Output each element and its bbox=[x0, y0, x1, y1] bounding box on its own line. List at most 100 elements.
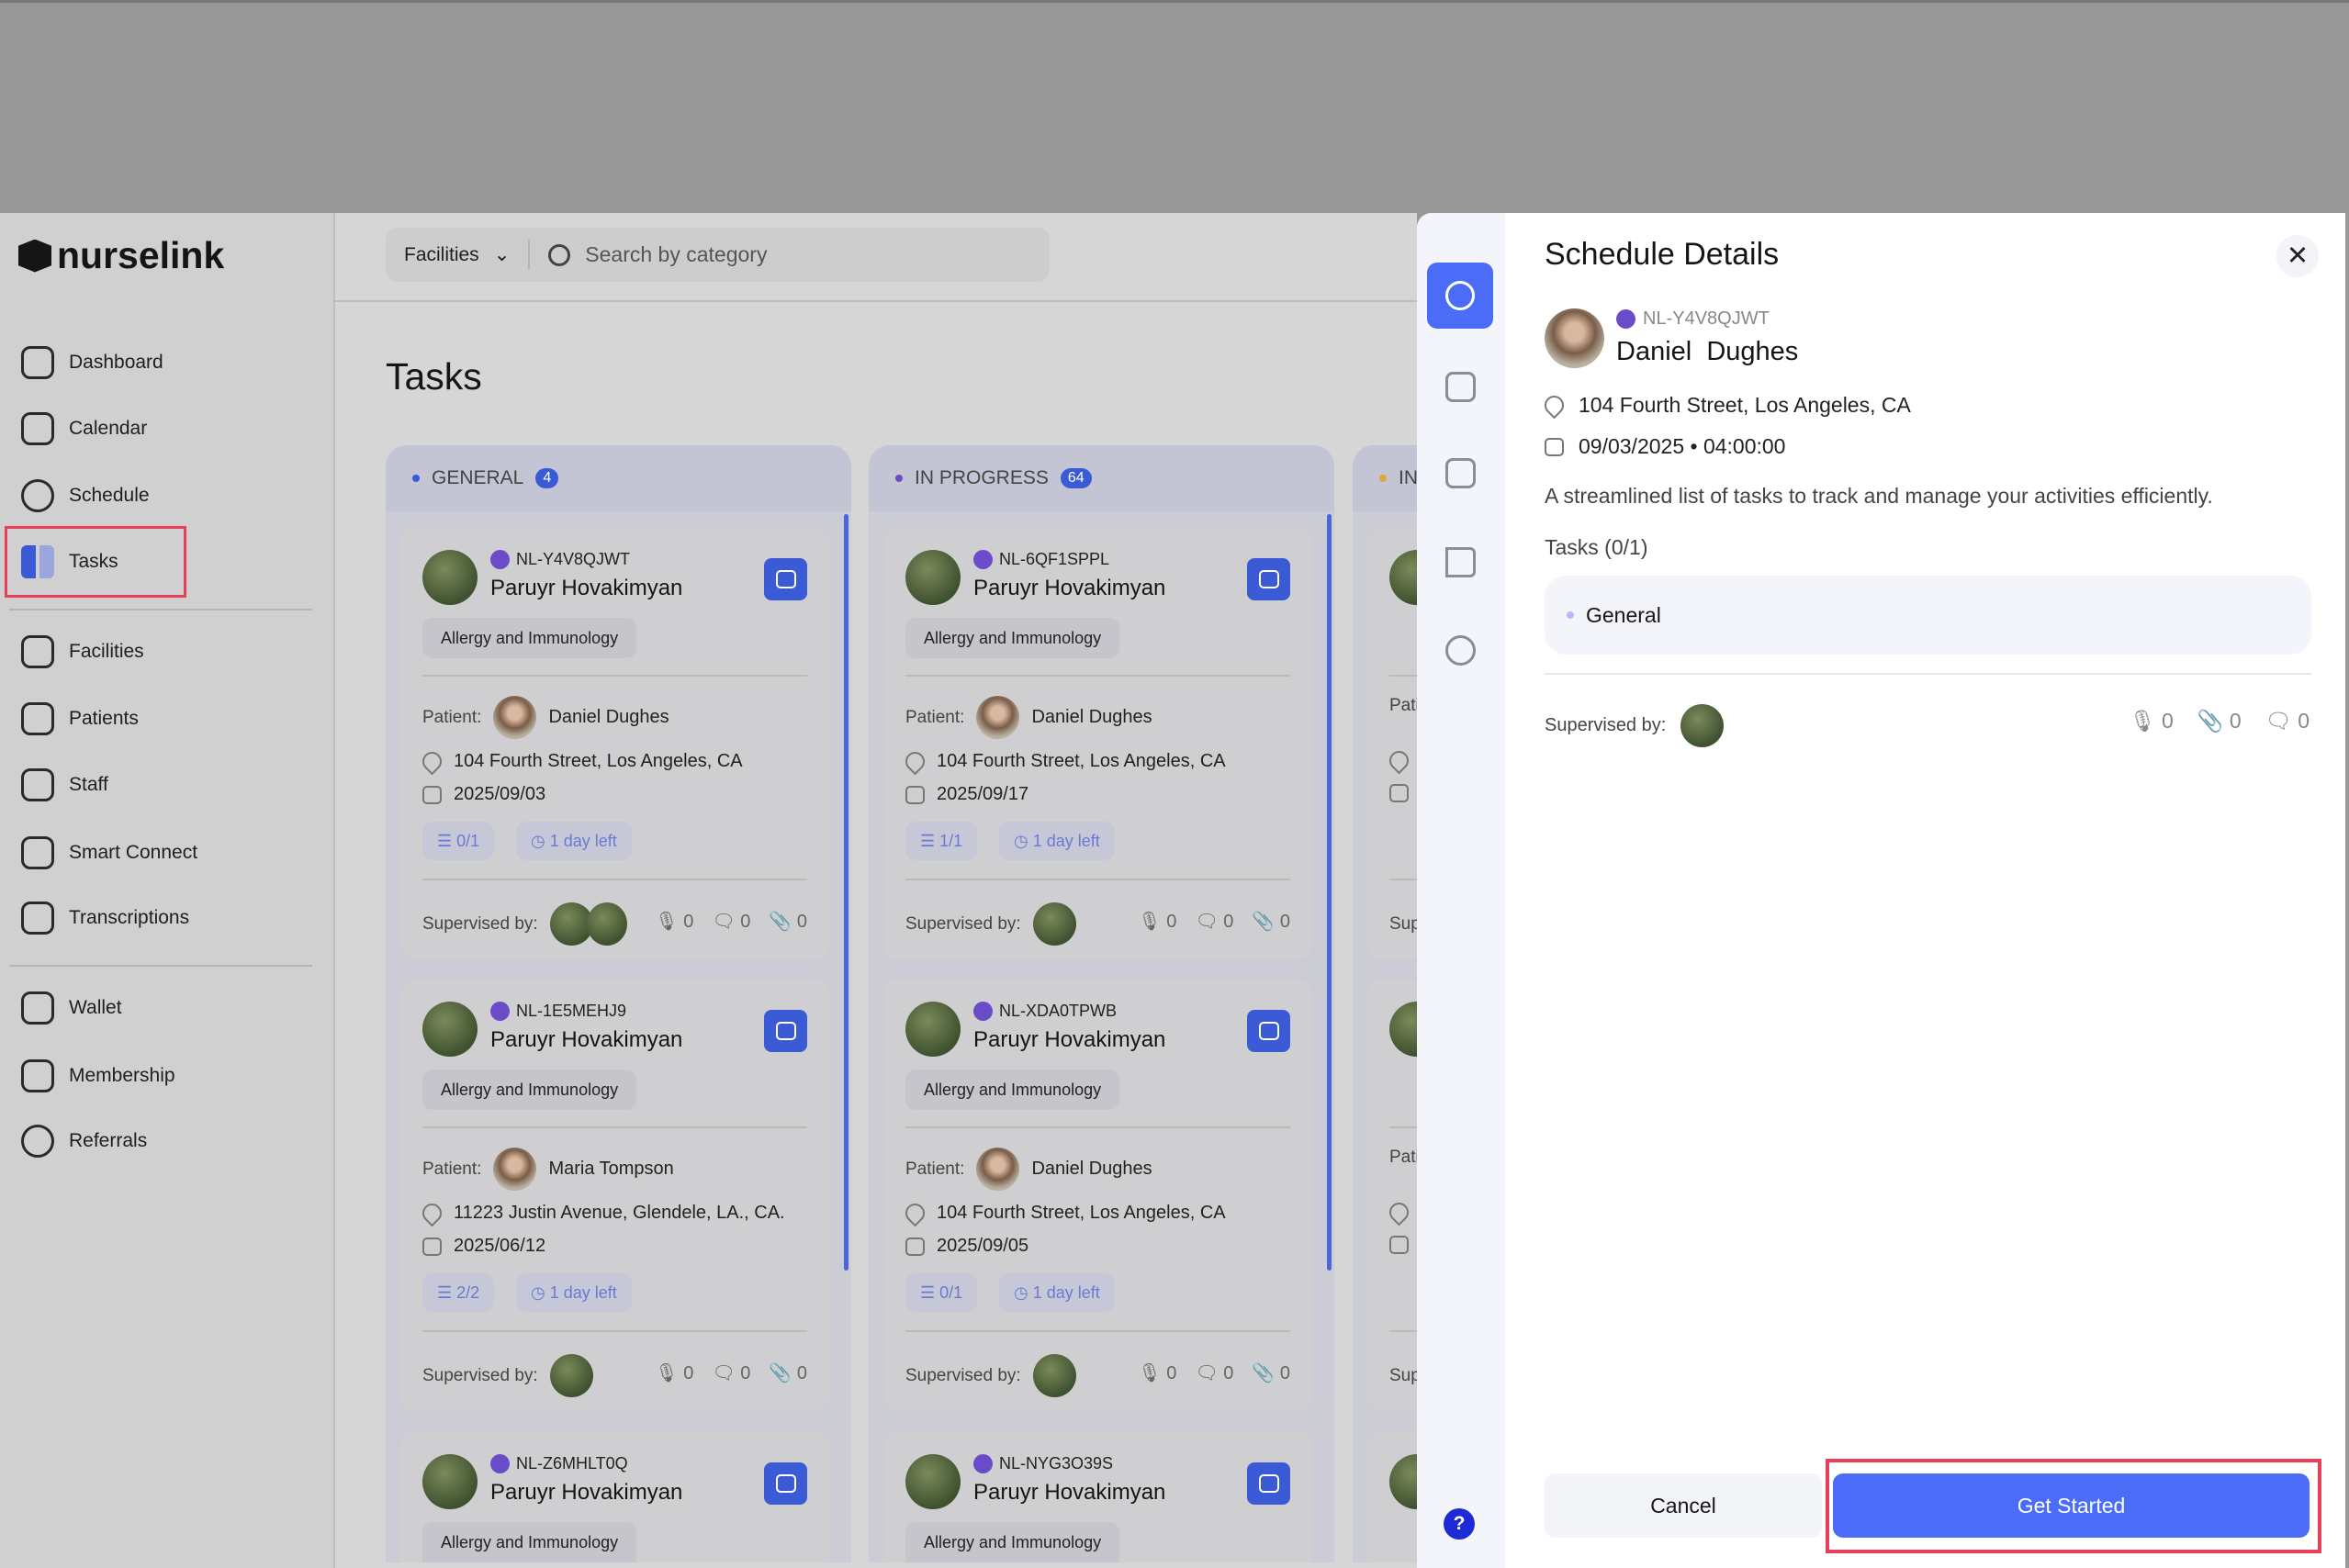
drawer-tab-rail: ? bbox=[1417, 213, 1505, 1568]
column-header: IN bbox=[1353, 445, 1417, 511]
column-1: IN PROGRESS 64 NL-6QF1SPPL Paruyr Hovakimy… bbox=[869, 445, 1334, 1562]
count-badge: 64 bbox=[1060, 468, 1092, 488]
due-pill: ◷ 1 day left bbox=[516, 822, 632, 860]
scrollbar[interactable] bbox=[1327, 514, 1332, 1271]
briefcase-icon[interactable] bbox=[1445, 372, 1476, 402]
sidebar-item-tasks[interactable]: Tasks bbox=[5, 526, 186, 598]
search-icon bbox=[548, 243, 571, 266]
task-card[interactable]: NL-NYG3O39S Paruyr Hovakimyan Allergy and … bbox=[883, 1432, 1312, 1562]
divider bbox=[1545, 673, 2311, 675]
location-icon bbox=[1385, 1198, 1413, 1226]
specialty-tag: Allergy and Immunology bbox=[905, 618, 1120, 658]
sidebar-item-wallet[interactable]: Wallet bbox=[0, 975, 335, 1041]
task-card[interactable]: NL-Y4V8QJWT Paruyr Hovakimyan Allergy and … bbox=[400, 528, 829, 959]
task-id: NL-XDA0TPWB bbox=[999, 1002, 1118, 1020]
task-card[interactable]: NL-1E5MEHJ9 Paruyr Hovakimyan Allergy and … bbox=[400, 980, 829, 1411]
attachment-icon: 📎 0 bbox=[2197, 709, 2242, 733]
flag-icon[interactable] bbox=[1445, 547, 1476, 577]
get-started-button[interactable]: Get Started bbox=[1833, 1473, 2310, 1538]
divider bbox=[335, 300, 1417, 302]
sidebar-item-referrals[interactable]: Referrals bbox=[0, 1108, 335, 1174]
sidebar-item-smart-connect[interactable]: Smart Connect bbox=[0, 820, 335, 886]
avatar bbox=[1389, 550, 1417, 605]
specialty-tag: Allergy and Immunology bbox=[422, 1522, 637, 1562]
task-card[interactable]: NL-XDA0TPWB Paruyr Hovakimyan Allergy and … bbox=[883, 980, 1312, 1411]
bolt-icon bbox=[973, 1454, 993, 1473]
sidebar-item-calendar[interactable]: Calendar bbox=[0, 396, 335, 462]
address: 104 Fourth Street, Los Angeles, CA bbox=[1579, 393, 1911, 417]
patient-name: Daniel Dughes bbox=[548, 707, 669, 727]
comment-icon: 🗨 0 bbox=[1195, 912, 1234, 932]
patient-avatar bbox=[493, 696, 537, 739]
avatar bbox=[422, 1002, 478, 1057]
patient-avatar bbox=[976, 1148, 1020, 1191]
document-icon[interactable] bbox=[1445, 458, 1476, 488]
due-pill: ◷ 1 day left bbox=[999, 1273, 1115, 1312]
tasks-count: Tasks (0/1) bbox=[1545, 535, 1648, 559]
task-id: NL-NYG3O39S bbox=[999, 1454, 1114, 1473]
cancel-button[interactable]: Cancel bbox=[1545, 1473, 1822, 1538]
bolt-icon bbox=[490, 550, 510, 569]
sidebar-item-schedule[interactable]: Schedule bbox=[0, 463, 335, 529]
task-card[interactable]: Patient: Supervised by: bbox=[1367, 528, 1417, 959]
specialty-tag: Allergy and Immunology bbox=[422, 1070, 637, 1110]
specialty-tag: Allergy and Immunology bbox=[905, 1522, 1120, 1562]
patient-avatar bbox=[493, 1148, 537, 1191]
bolt-icon bbox=[490, 1454, 510, 1473]
close-icon[interactable]: ✕ bbox=[2276, 235, 2319, 277]
task-card[interactable]: Patient: Supervised by: bbox=[1367, 980, 1417, 1411]
logo[interactable]: nurselink bbox=[18, 234, 224, 277]
chat-button[interactable] bbox=[1247, 1462, 1290, 1505]
location-icon bbox=[418, 747, 446, 776]
chat-button[interactable] bbox=[764, 1462, 807, 1505]
badge-icon bbox=[21, 768, 54, 801]
task-item[interactable]: General bbox=[1545, 576, 2311, 655]
sidebar-item-transcriptions[interactable]: Transcriptions bbox=[0, 885, 335, 951]
schedule-id: NL-Y4V8QJWT bbox=[1643, 308, 1770, 329]
date: 2025/06/12 bbox=[454, 1236, 546, 1256]
avatar bbox=[905, 1002, 961, 1057]
sidebar-item-membership[interactable]: Membership bbox=[0, 1043, 335, 1109]
bolt-icon bbox=[1616, 309, 1635, 329]
task-card[interactable]: NL-Z6MHLT0Q Paruyr Hovakimyan Allergy and … bbox=[400, 1432, 829, 1562]
avatar bbox=[1545, 308, 1604, 368]
supervisor-avatar bbox=[549, 1354, 593, 1397]
sidebar-item-dashboard[interactable]: Dashboard bbox=[0, 330, 335, 396]
task-card[interactable] bbox=[1367, 1432, 1417, 1562]
building-icon bbox=[21, 635, 54, 668]
chat-button[interactable] bbox=[1247, 1010, 1290, 1052]
chat-button[interactable] bbox=[764, 1010, 807, 1052]
column-2: IN Patient: Supervised by: Patient: Supe… bbox=[1353, 445, 1417, 1562]
chevron-down-icon: ⌄ bbox=[493, 244, 511, 265]
chat-button[interactable] bbox=[1247, 558, 1290, 600]
check-circle-icon[interactable] bbox=[1445, 635, 1476, 666]
avatar bbox=[1389, 1002, 1417, 1057]
patient-name: Maria Tompson bbox=[548, 1159, 674, 1179]
search-input[interactable]: Search by category bbox=[530, 242, 767, 267]
task-card[interactable]: NL-6QF1SPPL Paruyr Hovakimyan Allergy and … bbox=[883, 528, 1312, 959]
specialty-tag: Allergy and Immunology bbox=[422, 618, 637, 658]
supervisor-avatar bbox=[1680, 704, 1725, 747]
bolt-icon bbox=[490, 1002, 510, 1021]
sidebar-item-staff[interactable]: Staff bbox=[0, 752, 335, 818]
chat-button[interactable] bbox=[764, 558, 807, 600]
mic-icon: 🎙 0 bbox=[655, 1363, 694, 1383]
grid-icon bbox=[21, 346, 54, 379]
referral-icon bbox=[21, 1125, 54, 1158]
sidebar-item-facilities[interactable]: Facilities bbox=[0, 619, 335, 685]
bolt-icon bbox=[973, 550, 993, 569]
comment-icon: 🗨 0 bbox=[1195, 1363, 1234, 1383]
due-pill: ◷ 1 day left bbox=[999, 822, 1115, 860]
sidebar-item-patients[interactable]: Patients bbox=[0, 686, 335, 752]
calendar-icon bbox=[1389, 784, 1409, 802]
scrollbar[interactable] bbox=[844, 514, 849, 1271]
progress-pill: ☰ 0/1 bbox=[905, 1273, 978, 1312]
comment-icon: 🗨 0 bbox=[712, 912, 751, 932]
mic-icon: 🎙 0 bbox=[1138, 1363, 1177, 1383]
facilities-dropdown[interactable]: Facilities ⌄ bbox=[386, 240, 531, 270]
help-icon[interactable]: ? bbox=[1444, 1508, 1475, 1540]
clock-icon[interactable] bbox=[1427, 263, 1493, 329]
datetime: 09/03/2025 • 04:00:00 bbox=[1579, 434, 1786, 458]
location-icon bbox=[418, 1199, 446, 1227]
staff-name: Paruyr Hovakimyan bbox=[973, 576, 1166, 600]
